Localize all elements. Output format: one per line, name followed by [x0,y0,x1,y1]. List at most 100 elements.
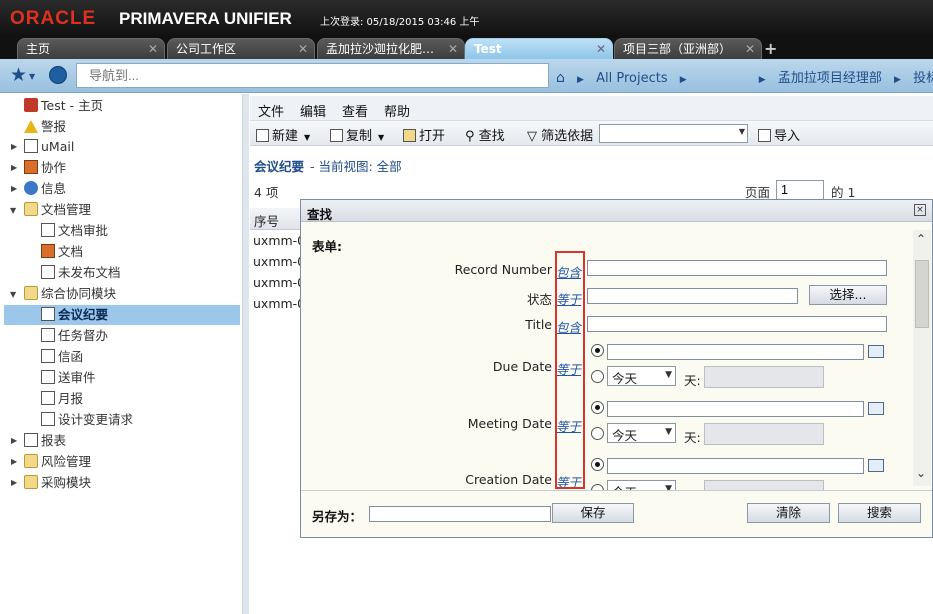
copy-label: 复制 [346,129,373,144]
favorites-star-icon[interactable]: ★ [10,64,27,86]
tree-item-submittals[interactable]: 送审件 [41,368,96,388]
tree-item-info[interactable]: 信息 [24,179,66,199]
operator-contains-link[interactable]: 包含 [556,317,581,336]
close-icon[interactable]: ✕ [596,39,606,59]
meeting-date-relative-radio[interactable] [591,427,604,440]
tree-item-reports[interactable]: 报表 [24,431,66,451]
scroll-up-icon[interactable]: ⌃ [916,232,926,246]
expand-arrow-icon[interactable]: ▶ [11,478,17,487]
select-button[interactable]: 选择... [809,285,887,305]
meeting-date-today-select[interactable]: 今天 [607,423,676,443]
menu-file[interactable]: 文件 [258,101,284,120]
tree-item-collaborate[interactable]: 协作 [24,158,66,178]
record-number-input[interactable] [587,260,887,276]
close-icon[interactable]: ✕ [148,39,158,59]
operator-contains-link[interactable]: 包含 [556,262,581,281]
open-button[interactable]: 打开 [403,125,445,144]
operator-equals-link[interactable]: 等于 [556,416,581,435]
expand-arrow-icon[interactable]: ▶ [11,184,17,193]
copy-button[interactable]: 复制 ▼ [330,125,384,144]
save-button[interactable]: 保存 [552,503,634,523]
table-row[interactable]: uxmm-002 [253,254,303,269]
filter-select[interactable] [599,124,748,143]
due-date-exact-radio[interactable] [591,344,604,357]
tab-company-workspace[interactable]: 公司工作区 ✕ [167,38,315,59]
tree-item-collab-module[interactable]: 综合协同模块 [24,284,116,304]
dialog-title-bar: 查找 × [301,200,932,222]
due-date-input[interactable] [607,344,864,360]
search-button[interactable]: 搜索 [838,503,921,523]
close-icon[interactable]: × [914,204,926,216]
due-date-relative-radio[interactable] [591,370,604,383]
operator-equals-link[interactable]: 等于 [556,289,581,308]
tab-bangladesh[interactable]: 孟加拉沙迦拉化肥… ✕ [317,38,465,59]
clear-button[interactable]: 清除 [747,503,830,523]
tree-item-alerts[interactable]: 警报 [24,117,66,137]
scroll-down-icon[interactable]: ⌄ [916,466,926,480]
meeting-date-input[interactable] [607,401,864,417]
expand-arrow-icon[interactable]: ▶ [11,436,17,445]
import-button[interactable]: 导入 [758,125,800,144]
tree-item-procurement[interactable]: 采购模块 [24,473,91,493]
home-icon[interactable]: ⌂ [556,70,565,86]
tab-test[interactable]: Test ✕ [465,38,613,59]
tree-item-label: 文档审批 [58,223,109,238]
chevron-down-icon[interactable]: ▼ [29,72,35,81]
meeting-date-exact-radio[interactable] [591,401,604,414]
tree-item-doc-mgmt[interactable]: 文档管理 [24,200,91,220]
new-button[interactable]: 新建 ▼ [256,125,310,144]
operator-equals-link[interactable]: 等于 [556,359,581,378]
tree-item-meeting-minutes[interactable]: 会议纪要 [4,305,240,325]
expand-arrow-icon[interactable]: ▶ [11,457,17,466]
collapse-arrow-icon[interactable]: ▼ [10,290,16,299]
operator-equals-link[interactable]: 等于 [556,472,581,491]
tree-item-home[interactable]: Test - 主页 [24,96,103,116]
dialog-scrollbar[interactable]: ⌃ ⌄ [913,230,931,486]
tree-item-design-change[interactable]: 设计变更请求 [41,410,133,430]
scroll-thumb[interactable] [915,260,929,328]
tab-home[interactable]: 主页 ✕ [17,38,165,59]
close-icon[interactable]: ✕ [298,39,308,59]
menu-edit[interactable]: 编辑 [300,101,326,120]
breadcrumb-all-projects[interactable]: All Projects [596,71,668,86]
calendar-icon[interactable] [868,402,884,415]
expand-arrow-icon[interactable]: ▶ [11,142,17,151]
creation-date-today-select[interactable]: 今天 [607,480,676,490]
collapse-arrow-icon[interactable]: ▼ [10,206,16,215]
due-date-today-select[interactable]: 今天 [607,366,676,386]
title-input[interactable] [587,316,887,332]
tab-project-dept3[interactable]: 项目三部（亚洲部） ✕ [614,38,762,59]
page-input[interactable] [776,180,824,200]
tree-item-documents[interactable]: 文档 [41,242,83,262]
find-button[interactable]: ⚲ 查找 [465,125,505,144]
tree-item-doc-approval[interactable]: 文档审批 [41,221,108,241]
status-input[interactable] [587,288,798,304]
table-row[interactable]: uxmm-001 [253,233,303,248]
close-icon[interactable]: ✕ [745,39,755,59]
table-row[interactable]: uxmm-004 [253,296,303,311]
tree-item-unpublished[interactable]: 未发布文档 [41,263,121,283]
tree-item-monthly-report[interactable]: 月报 [41,389,83,409]
menu-help[interactable]: 帮助 [384,101,410,120]
navigate-input[interactable] [76,63,549,88]
save-as-input[interactable] [369,506,551,522]
folder-icon [24,475,38,489]
add-tab-icon[interactable]: + [764,39,777,58]
breadcrumb-bid[interactable]: 投标 [913,71,933,86]
tree-item-task-supervision[interactable]: 任务督办 [41,326,108,346]
tree-item-letters[interactable]: 信函 [41,347,83,367]
globe-icon[interactable] [49,66,67,84]
expand-arrow-icon[interactable]: ▶ [11,163,17,172]
calendar-icon[interactable] [868,345,884,358]
tree-item-risk[interactable]: 风险管理 [24,452,91,472]
calendar-icon[interactable] [868,459,884,472]
creation-date-exact-radio[interactable] [591,458,604,471]
column-header-number[interactable]: 序号 [250,208,305,230]
tree-scrollbar[interactable] [243,94,249,614]
table-row[interactable]: uxmm-003 [253,275,303,290]
breadcrumb-pm-dept[interactable]: 孟加拉项目经理部 [778,71,882,86]
creation-date-input[interactable] [607,458,864,474]
menu-view[interactable]: 查看 [342,101,368,120]
tree-item-umail[interactable]: uMail [24,137,74,157]
close-icon[interactable]: ✕ [448,39,458,59]
